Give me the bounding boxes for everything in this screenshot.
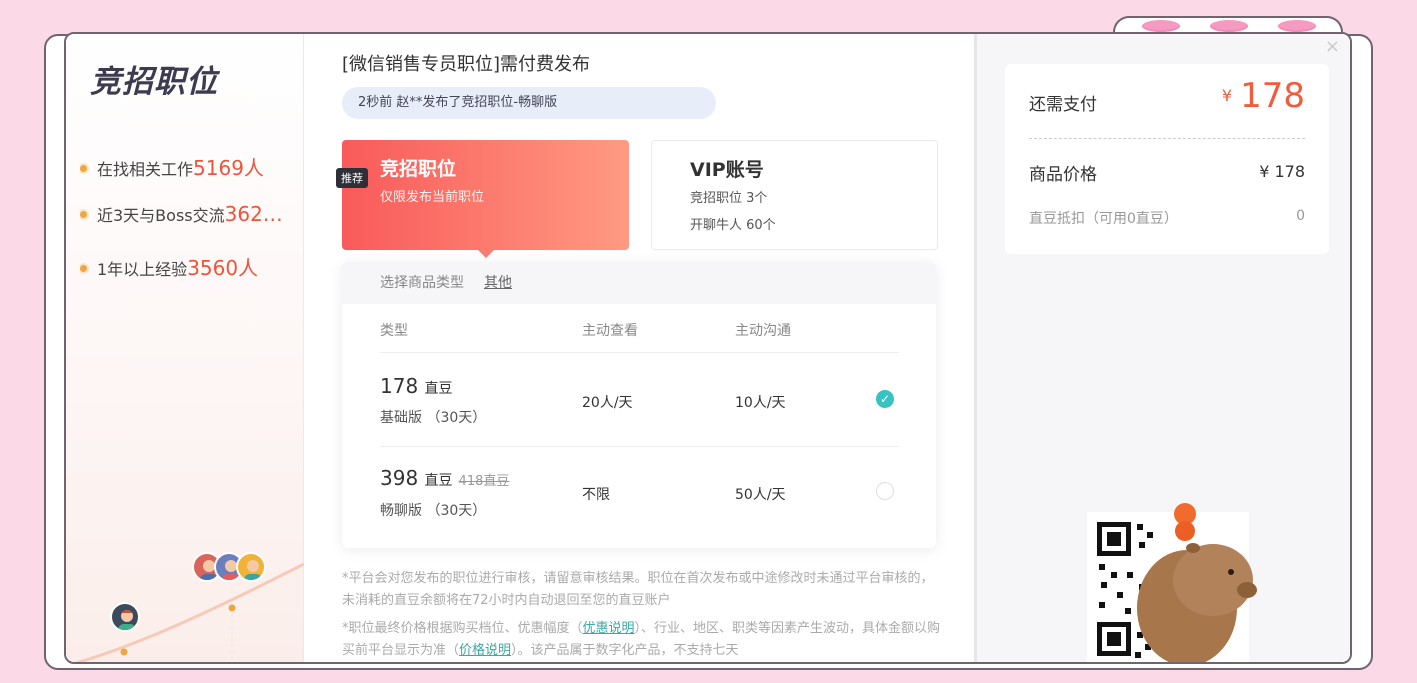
plan-title: VIP账号	[690, 159, 764, 181]
divider	[380, 352, 899, 353]
payment-summary-card: 还需支付 ¥178 商品价格 ¥ 178 直豆抵扣（可用0直豆） 0	[1005, 64, 1329, 254]
original-price: 418直豆	[458, 474, 510, 489]
price-number: 398	[380, 466, 419, 490]
divider	[380, 446, 899, 447]
plan-feature: 开聊牛人 60个	[690, 218, 776, 233]
option-radio-checked-icon[interactable]: ✓	[876, 390, 894, 408]
option-chat-quota: 10人/天	[735, 395, 786, 411]
options-header-label: 选择商品类型	[380, 275, 464, 291]
heart-decoration-icon	[1142, 20, 1180, 32]
disclaimer-review: *平台会对您发布的职位进行审核，请留意审核结果。职位在首次发布或中途修改时未通过…	[342, 571, 934, 608]
disclaimer-text: *职位最终价格根据购买档位、优惠幅度（	[342, 621, 583, 636]
heart-decoration-icon	[1278, 20, 1316, 32]
option-view-quota: 20人/天	[582, 395, 633, 411]
options-header: 选择商品类型 其他	[342, 262, 936, 304]
discount-info-link[interactable]: 优惠说明	[583, 621, 635, 636]
amount-due-label: 还需支付	[1029, 95, 1097, 115]
bullet-icon	[80, 165, 87, 172]
stat-value: 362…	[224, 202, 283, 226]
stat-row: 在找相关工作5169人	[80, 152, 302, 181]
price-number: 178	[380, 374, 419, 398]
stat-value: 3560人	[187, 256, 259, 280]
disclaimer-price: *职位最终价格根据购买档位、优惠幅度（优惠说明）、行业、地区、职类等因素产生波动…	[342, 618, 942, 662]
plan-subtitle: 仅限发布当前职位	[380, 190, 485, 205]
selected-arrow-icon	[478, 250, 494, 258]
stat-label: 1年以上经验	[97, 260, 188, 279]
price-info-link[interactable]: 价格说明	[459, 643, 511, 658]
job-title: [微信销售专员职位]需付费发布	[342, 54, 591, 75]
purchase-dialog: 竞招职位 在找相关工作5169人 近3天与Boss交流362… 1年以上经验35…	[64, 32, 1352, 664]
left-title: 竞招职位	[90, 64, 218, 100]
bullet-icon	[80, 211, 87, 218]
stat-row: 近3天与Boss交流362…	[80, 202, 302, 226]
trend-curve-decoration	[74, 554, 304, 662]
plan-card-vip[interactable]: VIP账号 竞招职位 3个 开聊牛人 60个	[651, 140, 938, 250]
option-edition: 畅聊版 （30天）	[380, 503, 487, 519]
avatar	[236, 552, 266, 582]
plan-feature: 竞招职位 3个	[690, 191, 768, 206]
dashed-divider	[1029, 138, 1305, 139]
column-header-chat: 主动沟通	[735, 323, 791, 339]
stat-label: 在找相关工作	[97, 160, 194, 179]
amount-due-value: 178	[1240, 76, 1305, 116]
product-price-value: ¥ 178	[1259, 162, 1305, 181]
stat-value: 5169人	[193, 156, 264, 180]
product-options-panel: 选择商品类型 其他 类型 主动查看 主动沟通 178 直豆 基础版 （30天） 2…	[342, 262, 936, 548]
left-panel: 竞招职位 在找相关工作5169人 近3天与Boss交流362… 1年以上经验35…	[66, 34, 304, 662]
avatar	[110, 602, 140, 632]
center-panel: [微信销售专员职位]需付费发布 2秒前 赵**发布了竞招职位-畅聊版 推荐 竞招…	[304, 34, 974, 662]
close-icon[interactable]: ×	[1325, 36, 1340, 57]
product-price-label: 商品价格	[1029, 165, 1097, 185]
price-unit: 直豆	[424, 381, 453, 397]
plan-card-competitive-job[interactable]: 推荐 竞招职位 仅限发布当前职位	[336, 140, 629, 258]
disclaimer-text: ）。该产品属于数字化产品，不支持七天	[511, 643, 739, 658]
option-chat-quota: 50人/天	[735, 487, 786, 503]
column-header-view: 主动查看	[582, 323, 638, 339]
capybara-mascot-icon	[1137, 503, 1257, 662]
recent-purchase-notice: 2秒前 赵**发布了竞招职位-畅聊版	[342, 87, 716, 119]
bean-deduction-value: 0	[1296, 208, 1305, 224]
amount-due: ¥178	[1222, 76, 1305, 116]
payment-panel: × 还需支付 ¥178 商品价格 ¥ 178 直豆抵扣（可用0直豆） 0	[977, 34, 1350, 662]
currency-symbol: ¥	[1221, 86, 1233, 105]
column-header-type: 类型	[380, 323, 408, 339]
option-edition: 基础版 （30天）	[380, 410, 487, 426]
bean-deduction-label: 直豆抵扣（可用0直豆）	[1029, 211, 1178, 227]
bullet-icon	[80, 265, 87, 272]
option-view-quota: 不限	[582, 487, 610, 503]
stat-row: 1年以上经验3560人	[80, 252, 302, 281]
option-price[interactable]: 178 直豆	[380, 374, 453, 398]
option-radio-icon[interactable]	[876, 482, 894, 500]
recommend-badge: 推荐	[336, 168, 368, 188]
other-type-link[interactable]: 其他	[484, 275, 512, 291]
price-unit: 直豆	[424, 473, 453, 489]
option-price[interactable]: 398 直豆 418直豆	[380, 466, 509, 490]
plan-title: 竞招职位	[380, 158, 457, 180]
stat-label: 近3天与Boss交流	[97, 206, 225, 225]
heart-decoration-icon	[1210, 20, 1248, 32]
